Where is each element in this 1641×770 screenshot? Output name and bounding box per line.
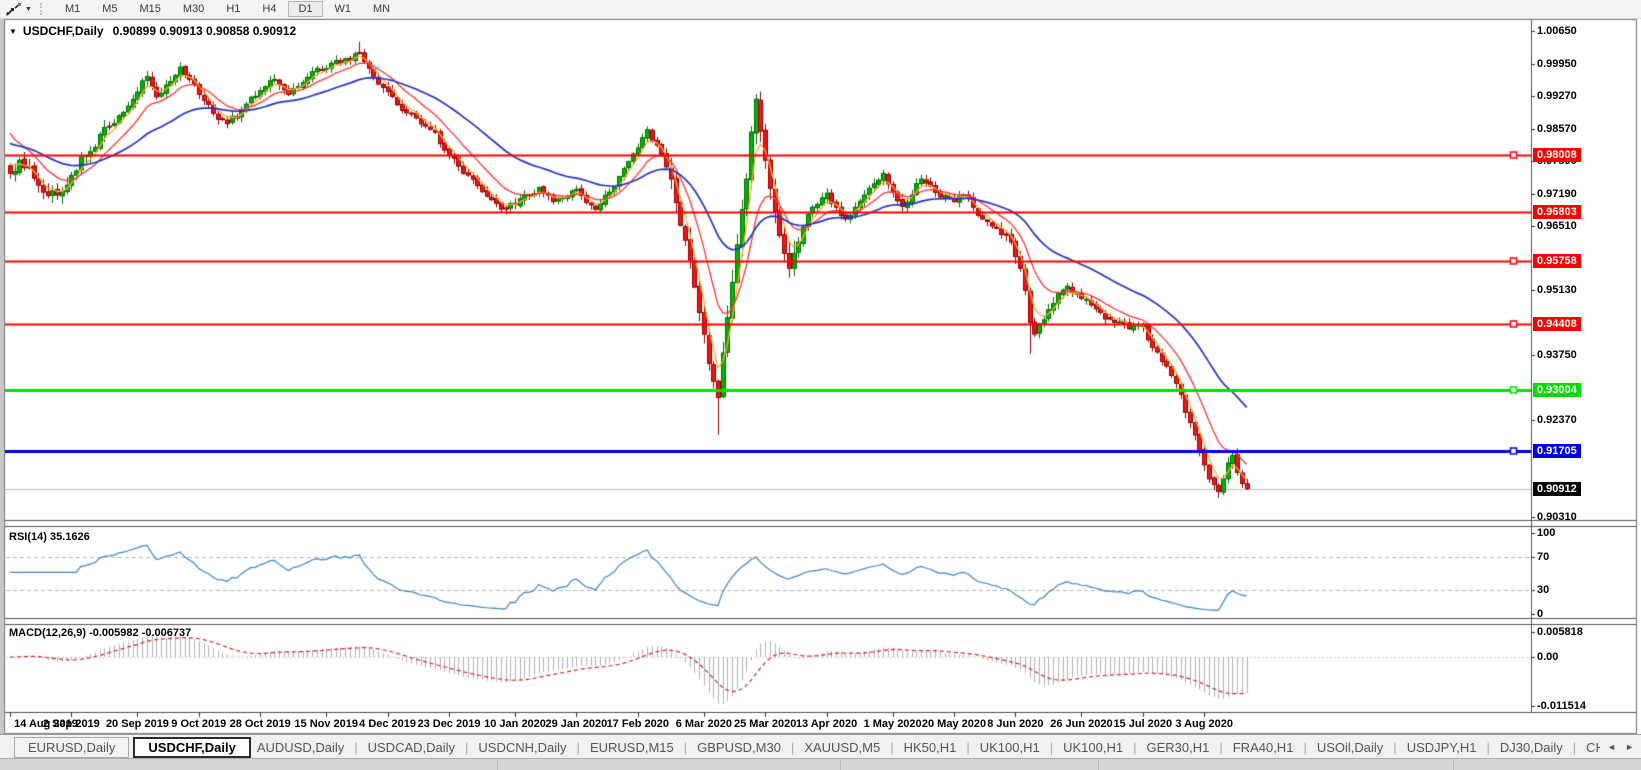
chart-tabs: EURUSD,DailyUSDCHF,DailyAUDUSD,Daily | USD… [0, 734, 1641, 759]
tab-separator: | [791, 740, 794, 755]
tab-separator: | [1133, 740, 1136, 755]
chart-cursor-icon[interactable] [3, 2, 25, 16]
price-tick-label: 0.90310 [1537, 511, 1577, 523]
timeframe-h1[interactable]: H1 [216, 1, 250, 17]
price-tick-label: 0.93750 [1537, 349, 1577, 361]
timeframe-m30[interactable]: M30 [173, 1, 214, 17]
tab-separator: | [465, 740, 468, 755]
tab-separator: | [1050, 740, 1053, 755]
timeframe-m15[interactable]: M15 [130, 1, 171, 17]
rsi-level-label: 30 [1537, 584, 1549, 596]
tab-separator: | [890, 740, 893, 755]
chart-tab-xauusd-m5[interactable]: XAUUSD,M5 [800, 738, 884, 757]
window-frame-edge [0, 18, 5, 758]
tab-scroll-arrows: ◄ ► [1600, 736, 1641, 757]
chart-tab-usdjpy-h1[interactable]: USDJPY,H1 [1403, 738, 1481, 757]
taskbar-strip [0, 758, 1641, 770]
price-tick-label: 0.96510 [1537, 220, 1577, 232]
chart-tab-eurusd-daily[interactable]: EURUSD,Daily [14, 737, 129, 758]
price-line-badge: 0.93004 [1533, 383, 1581, 397]
macd-axis-label: 0.00 [1537, 651, 1558, 663]
price-line-badge: 0.96803 [1533, 205, 1581, 219]
price-tick-label: 0.92370 [1537, 414, 1577, 426]
chart-tab-usoil-daily[interactable]: USOil,Daily [1313, 738, 1387, 757]
timeframe-m5[interactable]: M5 [92, 1, 127, 17]
tab-separator: | [1219, 740, 1222, 755]
tab-separator: | [354, 740, 357, 755]
chart-tab-hk50-h1[interactable]: HK50,H1 [900, 738, 961, 757]
rsi-level-label: 70 [1537, 551, 1549, 563]
tab-separator: | [1303, 740, 1306, 755]
tab-separator: | [1487, 740, 1490, 755]
tab-separator: | [1393, 740, 1396, 755]
price-tick-label: 0.97190 [1537, 188, 1577, 200]
chart-tab-dj30-daily[interactable]: DJ30,Daily [1496, 738, 1567, 757]
chart-tab-uk100-h1[interactable]: UK100,H1 [1059, 738, 1127, 757]
chart-title: ▼ USDCHF,Daily 0.90899 0.90913 0.90858 0.9… [9, 24, 296, 38]
chart-tab-uk100-h1[interactable]: UK100,H1 [976, 738, 1044, 757]
price-line-badge: 0.91705 [1533, 444, 1581, 458]
timeframe-mn[interactable]: MN [363, 1, 400, 17]
chart-tab-audusd-daily[interactable]: AUDUSD,Daily [253, 738, 348, 757]
rsi-level-label: 0 [1537, 608, 1543, 620]
toolbar: ▼ M1M5M15M30H1H4D1W1MN [0, 0, 1641, 19]
timeframe-w1[interactable]: W1 [325, 1, 362, 17]
timeframe-m1[interactable]: M1 [55, 1, 90, 17]
tab-scroll-right-icon[interactable]: ► [1625, 742, 1634, 752]
price-line-badge: 0.94408 [1533, 317, 1581, 331]
chart-tab-eurusd-m15[interactable]: EURUSD,M15 [586, 738, 678, 757]
price-tick-label: 0.99270 [1537, 90, 1577, 102]
chart-canvas[interactable] [0, 0, 1641, 769]
price-tick-label: 0.98570 [1537, 123, 1577, 135]
tab-separator: | [1573, 740, 1576, 755]
rsi-label: RSI(14) 35.1626 [9, 531, 90, 543]
timeframe-h4[interactable]: H4 [252, 1, 286, 17]
tool-dropdown-caret-icon[interactable]: ▼ [25, 6, 32, 13]
symbol-period-label: USDCHF,Daily [23, 24, 104, 38]
collapse-caret-icon[interactable]: ▼ [9, 27, 17, 36]
price-line-badge: 0.95758 [1533, 254, 1581, 268]
date-tick-label: 3 Aug 2020 [1160, 718, 1248, 730]
chart-tab-usdcad-daily[interactable]: USDCAD,Daily [364, 738, 459, 757]
timeframe-buttons: M1M5M15M30H1H4D1W1MN [54, 1, 401, 17]
tab-separator: | [684, 740, 687, 755]
price-tick-label: 1.00650 [1537, 25, 1577, 37]
price-tick-label: 0.95130 [1537, 284, 1577, 296]
toolbar-grip[interactable] [40, 3, 46, 15]
macd-axis-label: -0.011514 [1537, 700, 1586, 712]
chart-tab-usdcnh-daily[interactable]: USDCNH,Daily [474, 738, 570, 757]
rsi-level-label: 100 [1537, 527, 1555, 539]
macd-label: MACD(12,26,9) -0.005982 -0.006737 [9, 627, 191, 639]
macd-axis-label: 0.005818 [1537, 626, 1583, 638]
tab-scroll-left-icon[interactable]: ◄ [1607, 742, 1616, 752]
ohlc-values: 0.90899 0.90913 0.90858 0.90912 [113, 24, 297, 38]
tab-separator: | [577, 740, 580, 755]
timeframe-d1[interactable]: D1 [288, 1, 322, 17]
tab-separator: | [966, 740, 969, 755]
chart-tab-gbpusd-m30[interactable]: GBPUSD,M30 [693, 738, 785, 757]
price-tick-label: 0.99950 [1537, 58, 1577, 70]
chart-tab-usdchf-daily[interactable]: USDCHF,Daily [133, 737, 250, 758]
price-line-badge: 0.98008 [1533, 148, 1581, 162]
chart-tab-fra40-h1[interactable]: FRA40,H1 [1229, 738, 1298, 757]
current-price-badge: 0.90912 [1533, 482, 1581, 496]
chart-tab-ger30-h1[interactable]: GER30,H1 [1142, 738, 1213, 757]
